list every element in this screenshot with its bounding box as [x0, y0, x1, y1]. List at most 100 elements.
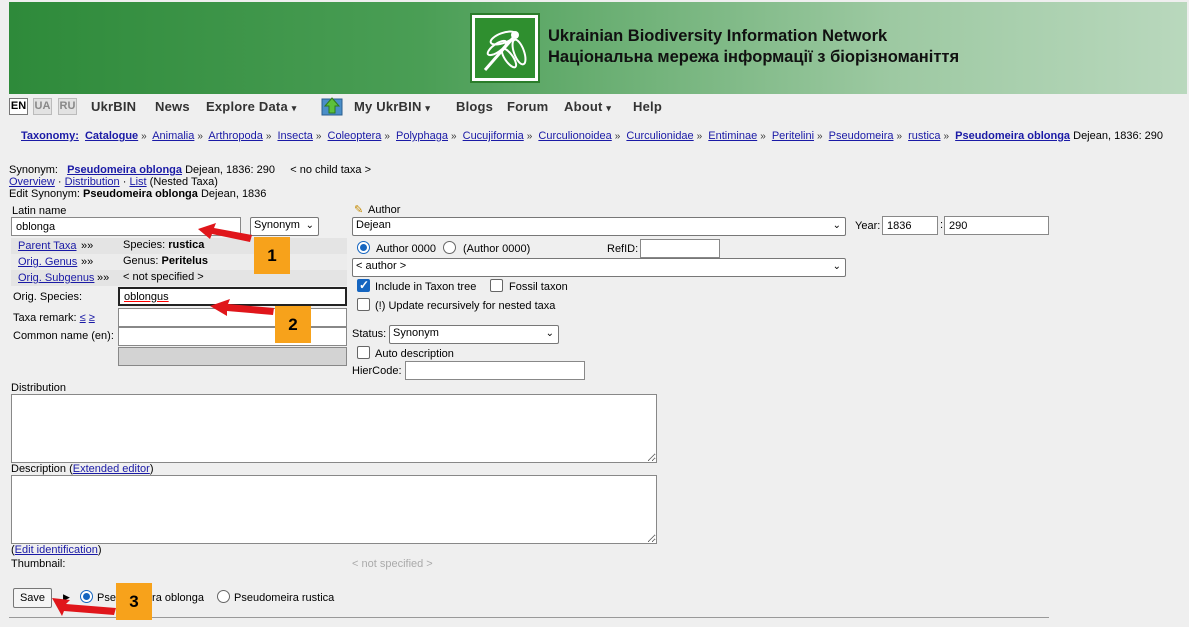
update-recursive-label: (!) Update recursively for nested taxa	[375, 300, 556, 312]
parent-taxa-link[interactable]: Parent Taxa	[18, 240, 77, 252]
edit-identification-link[interactable]: Edit identification	[15, 544, 98, 556]
child-taxa-note: < no child taxa >	[290, 164, 372, 176]
home-upload-icon[interactable]	[321, 96, 343, 116]
breadcrumb-separator: »	[760, 131, 766, 142]
breadcrumb-lead[interactable]: Taxonomy:	[21, 130, 79, 142]
lang-ua[interactable]: UA	[33, 98, 52, 115]
breadcrumb-item[interactable]: Arthropoda	[208, 130, 262, 142]
year-page-separator: :	[940, 219, 944, 231]
breadcrumb-item[interactable]: Curculionidae	[626, 130, 693, 142]
taxa-remark-next-link[interactable]: ≥	[89, 312, 95, 324]
taxa-remark-label-text: Taxa remark:	[13, 312, 77, 324]
common-name-input[interactable]	[118, 327, 347, 346]
edit-identification-close: )	[97, 544, 102, 556]
page-input[interactable]	[944, 216, 1049, 235]
status-select-value: Synonym	[393, 327, 439, 339]
fossil-checkbox[interactable]	[490, 279, 503, 292]
breadcrumb-separator: »	[896, 131, 903, 142]
include-tree-checkbox[interactable]	[357, 278, 370, 292]
nav-about-label: About	[564, 99, 603, 114]
nav-about[interactable]: About ▾	[564, 99, 611, 114]
status-select[interactable]: Synonym ⌄	[389, 325, 559, 344]
chevron-down-icon: ⌄	[832, 220, 841, 231]
latin-name-label: Latin name	[12, 205, 67, 217]
taxa-remark-label: Taxa remark: ≤ ≥	[13, 312, 95, 324]
breadcrumb-item[interactable]: rustica	[908, 130, 940, 142]
chevron-down-icon: ▾	[291, 103, 297, 113]
lang-en[interactable]: EN	[9, 98, 28, 115]
chevron-double-icon: »»	[81, 240, 94, 252]
distribution-textarea[interactable]	[11, 394, 657, 463]
author-list-select[interactable]: < author > ⌄	[352, 258, 846, 277]
common-name-extra-field[interactable]	[118, 347, 347, 366]
extended-editor-link[interactable]: Extended editor	[73, 463, 150, 475]
rank-select-value: Synonym	[254, 219, 300, 231]
orig-subgenus-link[interactable]: Orig. Subgenus	[18, 272, 94, 284]
refid-label: RefID:	[607, 243, 639, 255]
breadcrumb-item[interactable]: Cucujiformia	[463, 130, 524, 142]
edit-identification: (Edit identification)	[11, 544, 102, 556]
breadcrumb-item[interactable]: Entiminae	[708, 130, 757, 142]
lang-ru[interactable]: RU	[58, 98, 77, 115]
save-target-radio-2[interactable]	[217, 590, 230, 603]
save-button[interactable]: Save	[13, 588, 52, 608]
orig-genus-link[interactable]: Orig. Genus	[18, 256, 77, 268]
site-title-en: Ukrainian Biodiversity Information Netwo…	[548, 27, 888, 45]
taxa-remark-prev-link[interactable]: ≤	[80, 312, 86, 324]
synonym-name-link[interactable]: Pseudomeira oblonga	[67, 164, 182, 176]
nav-my-ukrbin-label: My UkrBIN	[354, 99, 422, 114]
dragonfly-logo-icon[interactable]	[470, 13, 540, 83]
author-label: Author	[368, 204, 401, 216]
save-target-label-2: Pseudomeira rustica	[234, 592, 335, 604]
edit-prefix: Edit Synonym:	[9, 188, 80, 200]
year-input[interactable]	[882, 216, 938, 235]
author-select-value: Dejean	[356, 219, 391, 231]
breadcrumb-current[interactable]: Pseudomeira oblonga	[955, 130, 1070, 142]
nav-help[interactable]: Help	[633, 99, 662, 114]
nav-explore-data[interactable]: Explore Data ▾	[206, 99, 296, 114]
breadcrumb-separator: »	[451, 131, 457, 142]
breadcrumb-item[interactable]: Catalogue	[85, 130, 138, 142]
author-list-value: < author >	[356, 260, 407, 272]
breadcrumb-item[interactable]: Animalia	[152, 130, 194, 142]
breadcrumb-item[interactable]: Polyphaga	[396, 130, 448, 142]
refid-input[interactable]	[640, 239, 720, 258]
overview-link[interactable]: Overview	[9, 176, 55, 188]
orig-genus-rank: Genus:	[123, 255, 159, 267]
site-title: Ukrainian Biodiversity Information Netwo…	[548, 26, 959, 68]
pencil-icon[interactable]: ✎	[354, 203, 363, 216]
site-title-ua: Національна мережа інформації з біорізно…	[548, 48, 960, 66]
update-recursive-checkbox[interactable]	[357, 298, 370, 311]
orig-subgenus-value: < not specified >	[123, 271, 204, 283]
list-link[interactable]: List	[129, 176, 146, 188]
view-links: Overview · Distribution · List (Nested T…	[9, 176, 218, 188]
description-textarea[interactable]	[11, 475, 657, 544]
breadcrumb-item[interactable]: Insecta	[277, 130, 312, 142]
rank-select[interactable]: Synonym ⌄	[250, 217, 319, 236]
annotation-badge-3: 3	[116, 583, 152, 620]
author-format-radio-1[interactable]	[357, 241, 370, 254]
annotation-badge-1: 1	[254, 237, 290, 274]
distribution-link[interactable]: Distribution	[65, 176, 120, 188]
breadcrumb-item[interactable]: Coleoptera	[328, 130, 382, 142]
hiercode-input[interactable]	[405, 361, 585, 380]
breadcrumb-item[interactable]: Pseudomeira	[829, 130, 894, 142]
breadcrumb-item[interactable]: Curculionoidea	[538, 130, 611, 142]
author-select[interactable]: Dejean ⌄	[352, 217, 846, 236]
author-format-label-1: Author 0000	[376, 243, 436, 255]
hiercode-label: HierCode:	[352, 365, 402, 377]
auto-description-checkbox[interactable]	[357, 346, 370, 359]
thumbnail-label: Thumbnail:	[11, 558, 66, 570]
breadcrumb: Taxonomy: Catalogue » Animalia » Arthropod…	[21, 130, 1181, 142]
nav-my-ukrbin[interactable]: My UkrBIN ▾	[354, 99, 430, 114]
nav-ukrbin[interactable]: UkrBIN	[91, 99, 136, 114]
breadcrumb-item[interactable]: Peritelini	[772, 130, 814, 142]
orig-genus-name: Peritelus	[161, 255, 208, 267]
author-format-label-2: (Author 0000)	[463, 243, 531, 255]
breadcrumb-separator: »	[384, 131, 390, 142]
nav-blogs[interactable]: Blogs	[456, 99, 493, 114]
breadcrumb-separator: »	[614, 131, 621, 142]
nav-news[interactable]: News	[155, 99, 190, 114]
author-format-radio-2[interactable]	[443, 241, 456, 254]
nav-forum[interactable]: Forum	[507, 99, 548, 114]
